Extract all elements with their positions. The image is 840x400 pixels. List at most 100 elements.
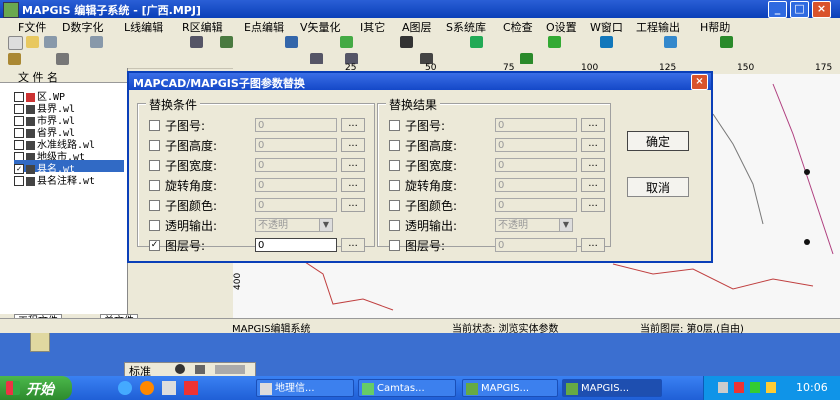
keyboard-icon[interactable] <box>215 365 245 374</box>
condition-rotation-angle-input[interactable]: 0 <box>255 178 337 192</box>
menu-help[interactable]: H帮助 <box>700 19 730 35</box>
condition-layer-number-checkbox[interactable]: ✓ <box>149 240 160 251</box>
quicklaunch-app-icon[interactable] <box>184 381 198 395</box>
result-rotation-angle-input[interactable]: 0 <box>495 178 577 192</box>
condition-subgraph-width-checkbox[interactable] <box>149 160 160 171</box>
cursor-icon[interactable] <box>190 36 203 48</box>
chevron-down-icon[interactable]: ▼ <box>559 219 572 231</box>
condition-transparent-output-checkbox[interactable] <box>149 220 160 231</box>
tool-b-icon[interactable] <box>548 36 561 48</box>
condition-subgraph-number-checkbox[interactable] <box>149 120 160 131</box>
print-icon[interactable] <box>220 36 233 48</box>
condition-subgraph-color-checkbox[interactable] <box>149 200 160 211</box>
condition-subgraph-width-browse-button[interactable]: ... <box>341 158 365 172</box>
menu-vectorize[interactable]: V矢量化 <box>300 19 341 35</box>
file-row[interactable]: 县界.wl <box>14 100 75 115</box>
result-subgraph-number-checkbox[interactable] <box>389 120 400 131</box>
result-subgraph-height-checkbox[interactable] <box>389 140 400 151</box>
file-checkbox[interactable] <box>14 176 24 186</box>
recycle-bin-icon[interactable] <box>30 332 50 352</box>
network-icon[interactable] <box>734 382 744 393</box>
condition-subgraph-width-input[interactable]: 0 <box>255 158 337 172</box>
menu-system-lib[interactable]: S系统库 <box>446 19 486 35</box>
result-subgraph-height-browse-button[interactable]: ... <box>581 138 605 152</box>
menu-other[interactable]: I其它 <box>360 19 385 35</box>
condition-subgraph-height-browse-button[interactable]: ... <box>341 138 365 152</box>
punctuation-icon[interactable] <box>195 365 205 374</box>
menu-window[interactable]: W窗口 <box>590 19 623 35</box>
cancel-button[interactable]: 取消 <box>627 177 689 197</box>
condition-subgraph-number-input[interactable]: 0 <box>255 118 337 132</box>
result-layer-number-checkbox[interactable] <box>389 240 400 251</box>
file-row[interactable]: 区.WP <box>14 88 65 103</box>
result-subgraph-width-checkbox[interactable] <box>389 160 400 171</box>
pan-icon[interactable] <box>285 36 298 48</box>
quicklaunch-ie-icon[interactable] <box>118 381 132 395</box>
result-subgraph-number-browse-button[interactable]: ... <box>581 118 605 132</box>
chevron-down-icon[interactable]: ▼ <box>319 219 332 231</box>
taskbar-item-active[interactable]: MAPGIS... <box>562 379 662 397</box>
maximize-button[interactable]: □ <box>790 1 809 18</box>
moon-icon[interactable] <box>175 364 185 374</box>
tool-c-icon[interactable] <box>600 36 613 48</box>
condition-transparent-output-select[interactable]: 不透明 ▼ <box>255 218 333 232</box>
menu-settings[interactable]: O设置 <box>546 19 577 35</box>
result-subgraph-width-input[interactable]: 0 <box>495 158 577 172</box>
quicklaunch-desktop-icon[interactable] <box>162 381 176 395</box>
condition-rotation-angle-browse-button[interactable]: ... <box>341 178 365 192</box>
file-row[interactable]: 市界.wl <box>14 112 75 127</box>
condition-rotation-angle-checkbox[interactable] <box>149 180 160 191</box>
taskbar-item[interactable]: Camtas... <box>358 379 456 397</box>
file-row[interactable]: 地级市.wt <box>14 148 85 163</box>
file-row-selected[interactable]: ✓ 县名.wt <box>14 160 124 175</box>
menu-layer[interactable]: A图层 <box>402 19 432 35</box>
edit-icon[interactable] <box>340 36 353 48</box>
tray-app-icon[interactable] <box>750 382 760 393</box>
result-transparent-output-select[interactable]: 不透明 ▼ <box>495 218 573 232</box>
minimize-button[interactable]: _ <box>768 1 787 18</box>
close-button[interactable]: × <box>812 1 831 18</box>
select-icon[interactable] <box>400 36 413 48</box>
new-file-icon[interactable] <box>8 36 23 50</box>
quicklaunch-media-icon[interactable] <box>140 381 154 395</box>
condition-subgraph-height-checkbox[interactable] <box>149 140 160 151</box>
result-rotation-angle-browse-button[interactable]: ... <box>581 178 605 192</box>
result-subgraph-color-checkbox[interactable] <box>389 200 400 211</box>
file-row[interactable]: 县名注释.wt <box>14 172 95 187</box>
result-subgraph-width-browse-button[interactable]: ... <box>581 158 605 172</box>
result-subgraph-number-input[interactable]: 0 <box>495 118 577 132</box>
dialog-close-button[interactable]: × <box>691 74 708 90</box>
file-row[interactable]: 省界.wl <box>14 124 75 139</box>
menu-check[interactable]: C检查 <box>503 19 533 35</box>
taskbar-item[interactable]: 地理信... <box>256 379 354 397</box>
condition-subgraph-number-browse-button[interactable]: ... <box>341 118 365 132</box>
menu-region-edit[interactable]: R区编辑 <box>182 19 223 35</box>
pen-icon[interactable] <box>8 53 21 65</box>
taskbar-item[interactable]: MAPGIS... <box>462 379 558 397</box>
save-icon[interactable] <box>44 36 57 48</box>
menu-point-edit[interactable]: E点编辑 <box>244 19 284 35</box>
result-layer-number-browse-button[interactable]: ... <box>581 238 605 252</box>
ok-button[interactable]: 确定 <box>627 131 689 151</box>
result-transparent-output-checkbox[interactable] <box>389 220 400 231</box>
condition-subgraph-color-browse-button[interactable]: ... <box>341 198 365 212</box>
open-folder-icon[interactable] <box>26 36 39 48</box>
save-all-icon[interactable] <box>90 36 103 48</box>
volume-icon[interactable] <box>718 382 728 393</box>
menu-file[interactable]: F文件 <box>18 19 46 35</box>
tool-d-icon[interactable] <box>664 36 677 48</box>
condition-subgraph-height-input[interactable]: 0 <box>255 138 337 152</box>
result-subgraph-color-browse-button[interactable]: ... <box>581 198 605 212</box>
tray-app-icon[interactable] <box>766 382 776 393</box>
start-button[interactable]: 开始 <box>0 376 72 400</box>
result-rotation-angle-checkbox[interactable] <box>389 180 400 191</box>
menu-line-edit[interactable]: L线编辑 <box>124 19 163 35</box>
result-subgraph-height-input[interactable]: 0 <box>495 138 577 152</box>
condition-layer-number-browse-button[interactable]: ... <box>341 238 365 252</box>
menu-digitize[interactable]: D数字化 <box>62 19 103 35</box>
file-row[interactable]: 水准线路.wl <box>14 136 95 151</box>
result-layer-number-input[interactable]: 0 <box>495 238 577 252</box>
condition-subgraph-color-input[interactable]: 0 <box>255 198 337 212</box>
tool-a-icon[interactable] <box>470 36 483 48</box>
result-subgraph-color-input[interactable]: 0 <box>495 198 577 212</box>
